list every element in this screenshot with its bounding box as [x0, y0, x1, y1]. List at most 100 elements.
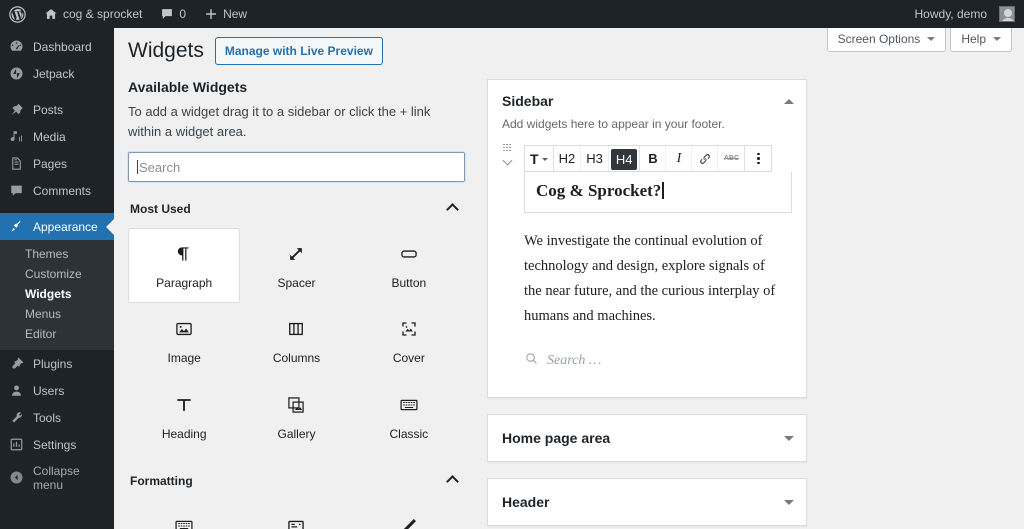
block-item-gallery[interactable]: Gallery: [240, 379, 352, 454]
new-content-button[interactable]: New: [195, 0, 256, 28]
block-item-classic[interactable]: Classic: [353, 379, 465, 454]
paragraph-pilcrow-icon: [174, 242, 194, 266]
site-name-button[interactable]: cog & sprocket: [35, 0, 151, 28]
block-label-spacer: Spacer: [277, 276, 316, 290]
manage-live-preview-button[interactable]: Manage with Live Preview: [214, 37, 383, 65]
sidebar-item-posts[interactable]: Posts: [0, 96, 114, 123]
menu-separator: [0, 87, 114, 96]
chevron-up-icon[interactable]: [784, 94, 794, 104]
sidebar-label-settings: Settings: [33, 437, 77, 452]
block-item-spacer[interactable]: Spacer: [240, 228, 352, 303]
sidebar-item-dashboard[interactable]: Dashboard: [0, 33, 114, 60]
link-icon[interactable]: [692, 146, 719, 171]
plugins-icon: [8, 356, 25, 371]
new-content-label: New: [223, 7, 248, 21]
block-section-header[interactable]: Most Used: [128, 200, 465, 216]
sidebar-item-appearance[interactable]: Appearance: [0, 213, 114, 240]
search-icon: [524, 351, 539, 371]
italic-label: I: [676, 150, 682, 166]
widget-area-header[interactable]: Home page area: [488, 415, 806, 461]
admin-bar-right: Howdy, demo: [906, 0, 1024, 28]
submenu-item-menus[interactable]: Menus: [0, 304, 114, 324]
strikethrough-icon[interactable]: ABC: [718, 146, 744, 171]
drag-dots-icon[interactable]: [503, 143, 512, 152]
block-editor: T H2 H3 H4 B I ABC Cog & Sprocket? We in…: [488, 131, 806, 397]
collapse-menu-button[interactable]: Collapse menu: [0, 463, 114, 492]
more-options-icon[interactable]: [745, 146, 771, 171]
sidebar-item-media[interactable]: Media: [0, 123, 114, 150]
my-account-button[interactable]: Howdy, demo: [906, 0, 1024, 28]
block-item-paragraph[interactable]: Paragraph: [128, 228, 241, 304]
block-label-cover: Cover: [392, 351, 425, 366]
widget-area-header[interactable]: Header: [488, 479, 806, 525]
toolbar-group-headings: H2 H3 H4: [554, 146, 641, 171]
comment-icon: [8, 183, 25, 198]
block-label-columns: Columns: [272, 351, 321, 366]
users-icon: [8, 383, 25, 398]
menu-separator: [0, 204, 114, 213]
sidebar-item-pages[interactable]: Pages: [0, 150, 114, 177]
sidebar-item-users[interactable]: Users: [0, 377, 114, 404]
search-widget-preview[interactable]: Search …: [524, 351, 792, 371]
widget-area-title-home-page: Home page area: [502, 429, 611, 446]
chevron-down-icon[interactable]: [784, 499, 794, 510]
screen-options-button[interactable]: Screen Options: [826, 28, 947, 52]
verse-pencil-icon: [399, 514, 419, 529]
help-label: Help: [961, 32, 986, 46]
submenu-item-themes[interactable]: Themes: [0, 244, 114, 264]
heading-h3-button[interactable]: H3: [581, 146, 609, 171]
block-item-heading[interactable]: Heading: [128, 379, 240, 454]
heading-h4-button[interactable]: H4: [610, 149, 638, 170]
block-type-button[interactable]: T: [525, 146, 553, 171]
sidebar-label-comments: Comments: [33, 183, 92, 198]
chevron-up-icon[interactable]: [446, 474, 459, 488]
wordpress-logo-button[interactable]: [0, 0, 35, 28]
block-handles: [497, 143, 517, 166]
block-item-columns[interactable]: Columns: [240, 303, 352, 378]
chevron-down-icon[interactable]: [502, 155, 512, 166]
block-item-image[interactable]: Image: [128, 303, 240, 378]
cover-icon: [399, 317, 419, 341]
sidebar-item-comments[interactable]: Comments: [0, 177, 114, 204]
chevron-down-icon[interactable]: [784, 435, 794, 446]
submenu-item-customize[interactable]: Customize: [0, 264, 114, 284]
chevron-down-icon: [993, 36, 1001, 45]
comments-button[interactable]: 0: [151, 0, 195, 28]
block-item-classic-formatting[interactable]: Classic: [128, 500, 240, 529]
widget-area-title-sidebar: Sidebar: [502, 93, 554, 109]
block-item-button[interactable]: Button: [353, 228, 465, 303]
heading-block-field[interactable]: Cog & Sprocket?: [524, 172, 792, 213]
block-item-verse[interactable]: Verse: [353, 500, 465, 529]
submenu-item-editor[interactable]: Editor: [0, 324, 114, 344]
heading-h2-button[interactable]: H2: [554, 146, 582, 171]
widget-search-input[interactable]: Search: [128, 152, 465, 182]
sidebar-label-jetpack: Jetpack: [33, 66, 75, 81]
bold-button[interactable]: B: [640, 146, 667, 171]
widget-area-header-area[interactable]: Header: [487, 477, 807, 526]
sidebar-item-plugins[interactable]: Plugins: [0, 350, 114, 377]
classic-keyboard-icon: [399, 393, 419, 417]
block-item-cover[interactable]: Cover: [353, 303, 465, 378]
widget-area-home-page[interactable]: Home page area: [487, 413, 807, 462]
media-icon: [8, 129, 25, 144]
appearance-brush-icon: [8, 219, 25, 234]
block-toolbar: T H2 H3 H4 B I ABC: [524, 145, 773, 172]
available-widgets-heading: Available Widgets: [128, 79, 248, 95]
submenu-item-widgets[interactable]: Widgets: [0, 284, 114, 304]
widget-area-header[interactable]: Sidebar Add widgets here to appear in yo…: [488, 80, 806, 131]
block-grid-formatting: Classic Preformatted Verse: [128, 500, 465, 529]
widget-area-description: Add widgets here to appear in your foote…: [502, 117, 725, 131]
sidebar-item-tools[interactable]: Tools: [0, 404, 114, 431]
collapse-menu-label: Collapse menu: [33, 463, 80, 492]
paragraph-block-text[interactable]: We investigate the continual evolution o…: [524, 229, 792, 329]
italic-button[interactable]: I: [666, 146, 693, 171]
block-item-preformatted[interactable]: Preformatted: [240, 500, 352, 529]
chevron-up-icon[interactable]: [446, 202, 459, 216]
sidebar-item-settings[interactable]: Settings: [0, 431, 114, 458]
screen-meta-links: Screen Options Help: [826, 28, 1012, 52]
sidebar-item-jetpack[interactable]: Jetpack: [0, 60, 114, 87]
help-button[interactable]: Help: [950, 28, 1012, 52]
block-section-title: Most Used: [130, 202, 191, 216]
pin-icon: [8, 102, 25, 117]
block-section-header[interactable]: Formatting: [128, 472, 465, 488]
